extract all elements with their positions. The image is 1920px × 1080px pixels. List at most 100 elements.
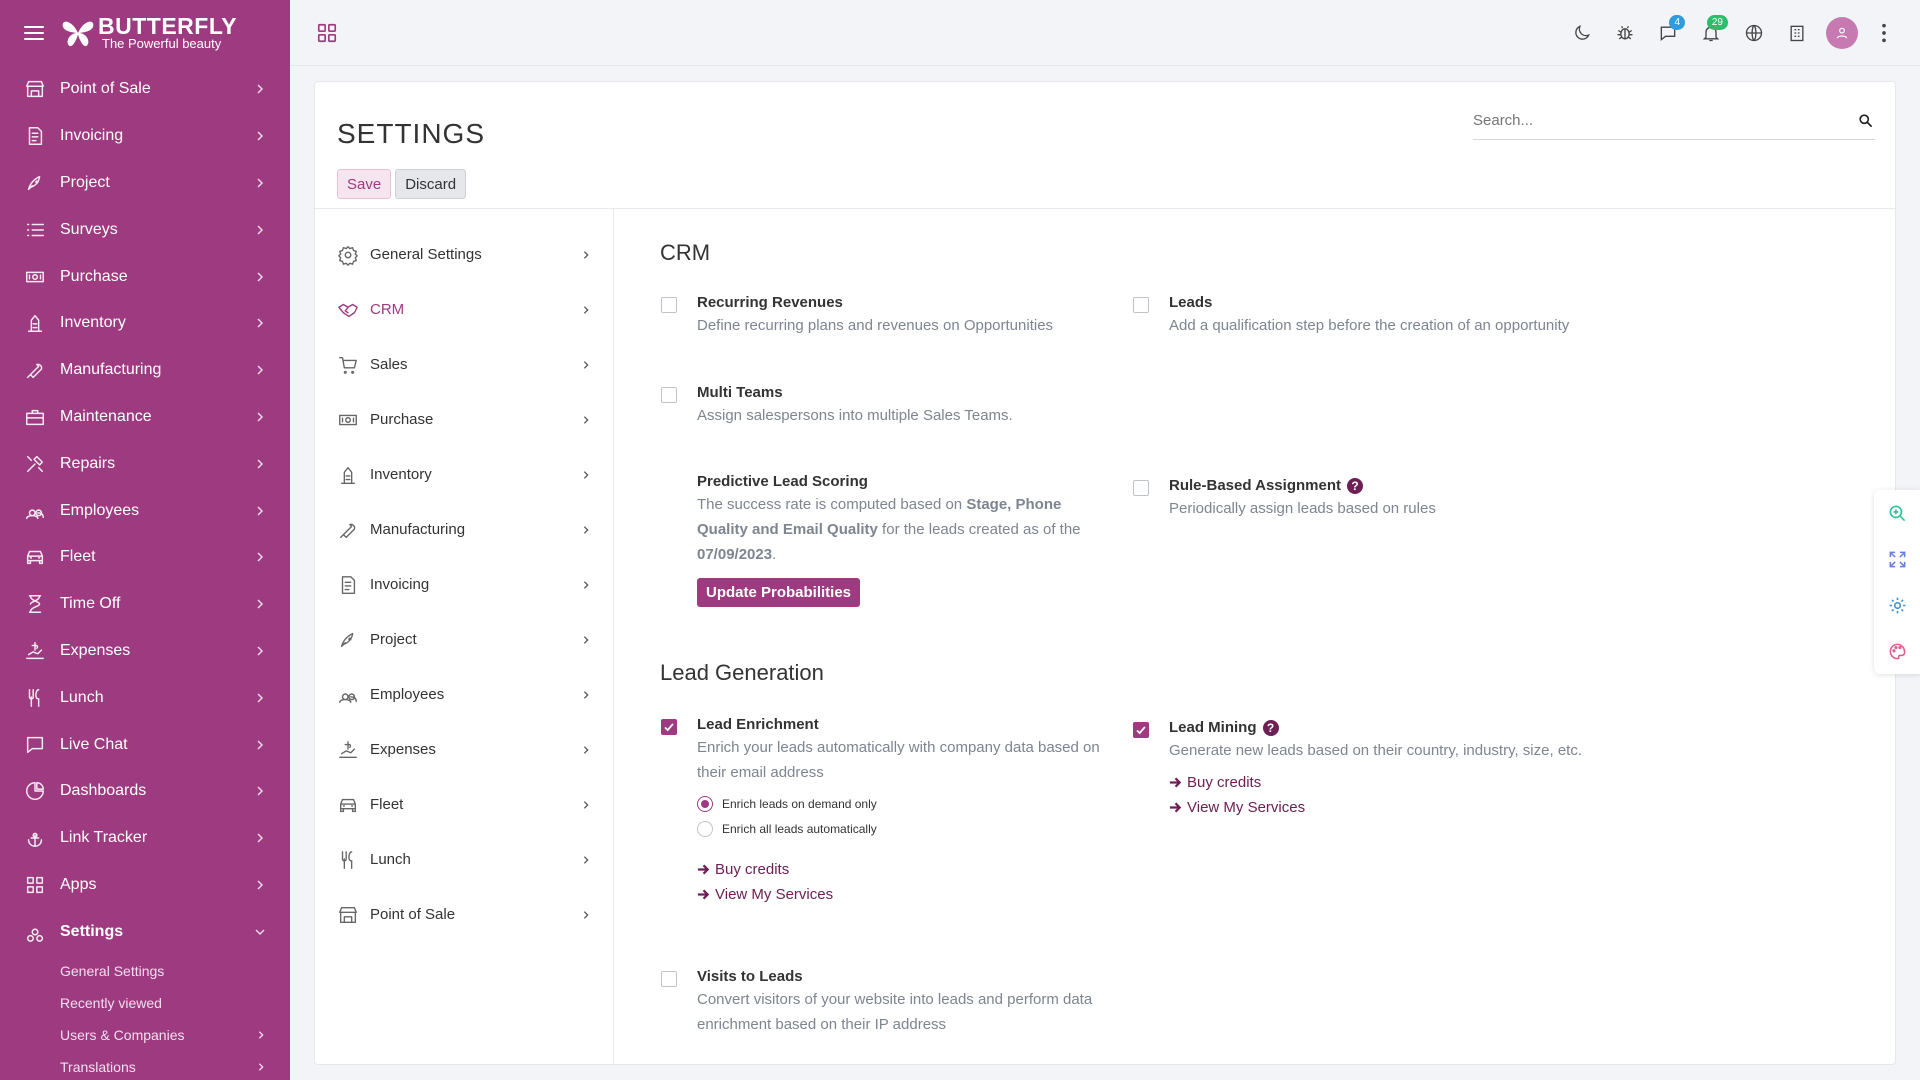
update-probabilities-button[interactable]: Update Probabilities [697, 578, 861, 607]
chevron-right-icon [583, 250, 589, 259]
sidebar-item-invoicing[interactable]: Invoicing [0, 113, 290, 160]
sidebar-item-label: Surveys [60, 220, 118, 238]
enrich-all-option[interactable]: Enrich all leads automatically [697, 821, 1101, 837]
settings-menu-item-sales[interactable]: Sales [315, 337, 613, 392]
settings-menu: General Settings CRM Sales Purchase Inventor… [315, 209, 614, 1064]
sidebar-item-employees[interactable]: Employees [0, 487, 290, 534]
apps-grid-icon[interactable] [316, 22, 338, 44]
palette-icon [1889, 643, 1905, 659]
settings-menu-item-employees[interactable]: Employees [315, 667, 613, 722]
sidebar-item-project[interactable]: Project [0, 160, 290, 207]
notifications-button[interactable]: 29 [1690, 13, 1732, 53]
settings-menu-item-manufacturing[interactable]: Manufacturing [315, 502, 613, 557]
sidebar-item-manufacturing[interactable]: Manufacturing [0, 347, 290, 394]
sidebar-item-lunch[interactable]: Lunch [0, 674, 290, 721]
theme-button[interactable] [1874, 628, 1920, 674]
subnav-item-general-settings[interactable]: General Settings [0, 955, 290, 987]
chevron-right-icon [583, 635, 589, 644]
discard-button[interactable]: Discard [395, 169, 467, 199]
sidebar-item-inventory[interactable]: Inventory [0, 300, 290, 347]
zoom-in-icon [1889, 505, 1905, 521]
subnav-item-label: General Settings [60, 963, 165, 980]
mining-buy-credits-link[interactable]: Buy credits [1169, 774, 1633, 791]
settings-menu-label: Employees [370, 686, 445, 703]
sidebar-item-settings[interactable]: Settings [0, 908, 290, 955]
language-button[interactable] [1733, 13, 1775, 53]
hamburger-menu-icon[interactable] [22, 21, 46, 45]
sidebar-item-purchase[interactable]: Purchase [0, 253, 290, 300]
settings-menu-label: General Settings [370, 246, 482, 263]
recurring-revenues-checkbox[interactable] [661, 297, 677, 313]
settings-menu-item-general-settings[interactable]: General Settings [315, 227, 613, 282]
chevron-right-icon [257, 693, 264, 703]
handshake-icon [338, 303, 358, 317]
sidebar-item-maintenance[interactable]: Maintenance [0, 394, 290, 441]
leads-checkbox[interactable] [1133, 297, 1149, 313]
buy-credits-link[interactable]: Buy credits [697, 861, 1101, 878]
sidebar-item-surveys[interactable]: Surveys [0, 206, 290, 253]
list-icon [26, 223, 44, 237]
sidebar-item-time-off[interactable]: Time Off [0, 581, 290, 628]
save-button[interactable]: Save [337, 169, 392, 199]
sidebar-item-label: Inventory [60, 314, 126, 332]
debug-button[interactable] [1604, 13, 1646, 53]
view-my-services-link[interactable]: View My Services [697, 886, 1101, 903]
chevron-right-icon [257, 84, 264, 94]
inventory-icon [340, 466, 356, 484]
mining-view-services-link[interactable]: View My Services [1169, 799, 1633, 816]
sidebar-item-point-of-sale[interactable]: Point of Sale [0, 66, 290, 113]
settings-menu-item-fleet[interactable]: Fleet [315, 777, 613, 832]
settings-menu-item-lunch[interactable]: Lunch [315, 832, 613, 887]
sidebar-item-label: Point of Sale [60, 80, 151, 98]
enrich-on-demand-option[interactable]: Enrich leads on demand only [697, 796, 1101, 812]
subnav-item-recently-viewed[interactable]: Recently viewed [0, 987, 290, 1019]
checkmark-icon [664, 723, 674, 732]
search-input[interactable] [1473, 112, 1858, 129]
lead-mining-checkbox[interactable] [1133, 722, 1149, 738]
sidebar-item-label: Apps [60, 875, 97, 893]
settings-menu-item-crm[interactable]: CRM [315, 282, 613, 337]
settings-menu-item-project[interactable]: Project [315, 612, 613, 667]
fullscreen-button[interactable] [1874, 536, 1920, 582]
help-icon[interactable]: ? [1346, 477, 1363, 494]
leads-setting: Leads Add a qualification step before th… [1133, 294, 1633, 338]
enrich-all-radio[interactable] [697, 821, 713, 837]
rocket-icon [340, 632, 354, 647]
company-button[interactable] [1776, 13, 1818, 53]
sidebar-item-live-chat[interactable]: Live Chat [0, 721, 290, 768]
rule-based-checkbox[interactable] [1133, 480, 1149, 496]
help-icon[interactable]: ? [1262, 719, 1279, 736]
subnav-item-users-companies[interactable]: Users & Companies [0, 1019, 290, 1051]
chevron-right-icon [257, 880, 264, 890]
zoom-button[interactable] [1874, 490, 1920, 536]
chat-icon [26, 736, 44, 753]
settings-menu-item-purchase[interactable]: Purchase [315, 392, 613, 447]
sidebar-item-dashboards[interactable]: Dashboards [0, 768, 290, 815]
lead-enrichment-checkbox[interactable] [661, 719, 677, 735]
settings-menu-item-invoicing[interactable]: Invoicing [315, 557, 613, 612]
messages-button[interactable]: 4 [1647, 13, 1689, 53]
visits-to-leads-checkbox[interactable] [661, 971, 677, 987]
floating-toolbar [1874, 490, 1920, 674]
sidebar-item-expenses[interactable]: Expenses [0, 628, 290, 675]
customizer-button[interactable] [1874, 582, 1920, 628]
search-icon[interactable] [1858, 113, 1873, 128]
multi-teams-title: Multi Teams [697, 384, 783, 401]
subnav-item-translations[interactable]: Translations [0, 1051, 290, 1080]
sidebar-item-fleet[interactable]: Fleet [0, 534, 290, 581]
sidebar-item-link-tracker[interactable]: Link Tracker [0, 815, 290, 862]
enrich-on-demand-radio[interactable] [697, 796, 713, 812]
dark-mode-button[interactable] [1561, 13, 1603, 53]
sidebar: BUTTERFLY The Powerful beauty Point of S… [0, 0, 290, 1080]
sidebar-item-label: Purchase [60, 267, 128, 285]
user-avatar[interactable] [1826, 16, 1858, 49]
settings-menu-item-inventory[interactable]: Inventory [315, 447, 613, 502]
multi-teams-checkbox[interactable] [661, 387, 677, 403]
recurring-revenues-desc: Define recurring plans and revenues on O… [697, 317, 1054, 334]
more-options-button[interactable] [1874, 18, 1894, 48]
sidebar-item-repairs[interactable]: Repairs [0, 440, 290, 487]
sidebar-item-apps[interactable]: Apps [0, 862, 290, 909]
settings-menu-item-expenses[interactable]: Expenses [315, 722, 613, 777]
settings-menu-item-point-of-sale[interactable]: Point of Sale [315, 887, 613, 942]
logo[interactable]: BUTTERFLY The Powerful beauty [60, 15, 237, 51]
